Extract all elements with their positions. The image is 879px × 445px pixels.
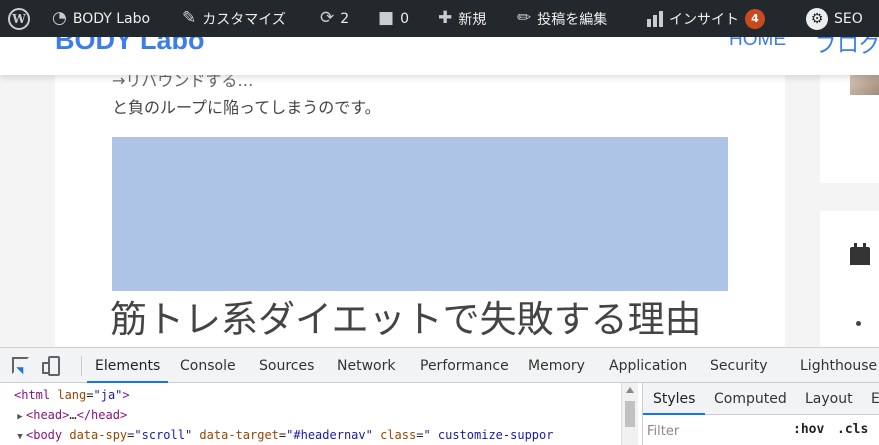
styles-tab-bar: Styles Computed Layout E	[643, 383, 879, 415]
article-content: →リバウンドする… と負のループに陥ってしまうのです。 筋トレ系ダイエットで失敗…	[55, 37, 785, 347]
article-heading: 筋トレ系ダイエットで失敗する理由	[110, 298, 702, 341]
hov-toggle[interactable]: :hov	[793, 422, 824, 437]
styles-pane: Styles Computed Layout E :hov .cls	[642, 383, 879, 445]
site-title-link[interactable]: BODY Labo	[55, 37, 205, 56]
updates-count: 2	[340, 10, 350, 27]
tab-layout[interactable]: Layout	[805, 383, 853, 415]
inspect-element-icon[interactable]	[12, 357, 29, 374]
updates-icon: ⟳	[320, 8, 335, 28]
updates-menu[interactable]: ⟳ 2	[320, 0, 349, 37]
tab-event-listeners[interactable]: E	[871, 383, 879, 415]
article-image-placeholder	[112, 137, 728, 291]
wordpress-icon: W	[8, 7, 30, 30]
device-toolbar-icon[interactable]	[42, 356, 60, 376]
dom-scrollbar[interactable]	[621, 383, 638, 445]
tab-lighthouse[interactable]: Lighthouse	[800, 348, 877, 383]
insight-label: インサイト	[669, 11, 739, 28]
tab-network[interactable]: Network	[337, 348, 395, 383]
insight-menu[interactable]: インサイト 4	[647, 0, 765, 37]
brush-icon: ✎	[182, 8, 197, 28]
tab-styles[interactable]: Styles	[643, 383, 706, 415]
comment-icon: ■	[378, 8, 395, 28]
expand-triangle-icon[interactable]: ▶	[14, 407, 26, 427]
new-content-menu[interactable]: ✚ 新規	[438, 0, 486, 37]
tab-sources[interactable]: Sources	[259, 348, 314, 383]
dom-node-html[interactable]: <html lang="ja">	[14, 385, 130, 405]
article-text-line: と負のループに陥ってしまうのです。	[112, 98, 381, 117]
nav-home-link[interactable]: HOME	[729, 37, 786, 51]
edit-post-menu[interactable]: ✏ 投稿を編集	[517, 0, 607, 37]
toolbar-divider	[81, 356, 82, 376]
site-name-menu[interactable]: ◔ BODY Labo	[52, 0, 150, 37]
scrollbar-thumb[interactable]	[625, 401, 635, 427]
tab-computed[interactable]: Computed	[714, 383, 787, 415]
customize-menu[interactable]: ✎ カスタマイズ	[182, 0, 286, 37]
tab-console[interactable]: Console	[180, 348, 236, 383]
pencil-icon: ✏	[517, 8, 532, 28]
dom-node-body[interactable]: ▼ <body data-spy="scroll" data-target="#h…	[14, 425, 553, 445]
seo-menu[interactable]: ⚙ SEO	[806, 0, 863, 37]
bar-chart-icon	[647, 10, 663, 27]
tab-application[interactable]: Application	[609, 348, 687, 383]
collapse-triangle-icon[interactable]: ▼	[14, 427, 26, 445]
wp-admin-bar: W ◔ BODY Labo ✎ カスタマイズ ⟳ 2 ■ 0 ✚ 新規 ✏ 投稿…	[0, 0, 879, 37]
page-viewport: BODY Labo HOME ブログ →リバウンドする… と負のループに陥ってし…	[0, 37, 879, 347]
scroll-up-arrow-icon[interactable]	[626, 387, 634, 393]
wp-logo-menu[interactable]: W	[8, 0, 30, 37]
tab-security[interactable]: Security	[710, 348, 768, 383]
seo-label: SEO	[834, 10, 863, 27]
plus-icon: ✚	[438, 8, 453, 28]
dashboard-icon: ◔	[52, 8, 67, 28]
site-name-label: BODY Labo	[72, 10, 151, 27]
comments-count: 0	[400, 10, 409, 27]
site-header: BODY Labo HOME ブログ	[0, 37, 879, 75]
devtools-panel: Elements Console Sources Network Perform…	[0, 347, 879, 445]
customize-label: カスタマイズ	[202, 11, 286, 28]
dom-tree: <html lang="ja"> ▶ <head>…</head> ▼ <body …	[0, 383, 621, 445]
insight-badge: 4	[745, 8, 765, 29]
avatar[interactable]	[850, 73, 879, 95]
comments-menu[interactable]: ■ 0	[378, 0, 409, 37]
styles-filter-input[interactable]	[647, 421, 781, 441]
sidebar-archive-card	[820, 211, 879, 347]
tab-memory[interactable]: Memory	[528, 348, 585, 383]
list-bullet	[856, 321, 861, 326]
devtools-tab-bar: Elements Console Sources Network Perform…	[0, 348, 879, 383]
tab-performance[interactable]: Performance	[420, 348, 509, 383]
tab-elements[interactable]: Elements	[87, 348, 169, 383]
nav-blog-link[interactable]: ブログ	[815, 37, 879, 59]
new-label: 新規	[458, 11, 487, 28]
dom-node-head[interactable]: ▶ <head>…</head>	[14, 405, 127, 425]
calendar-icon	[850, 243, 870, 265]
edit-post-label: 投稿を編集	[537, 11, 608, 28]
cls-toggle[interactable]: .cls	[837, 422, 868, 437]
seo-gear-icon: ⚙	[806, 7, 828, 30]
